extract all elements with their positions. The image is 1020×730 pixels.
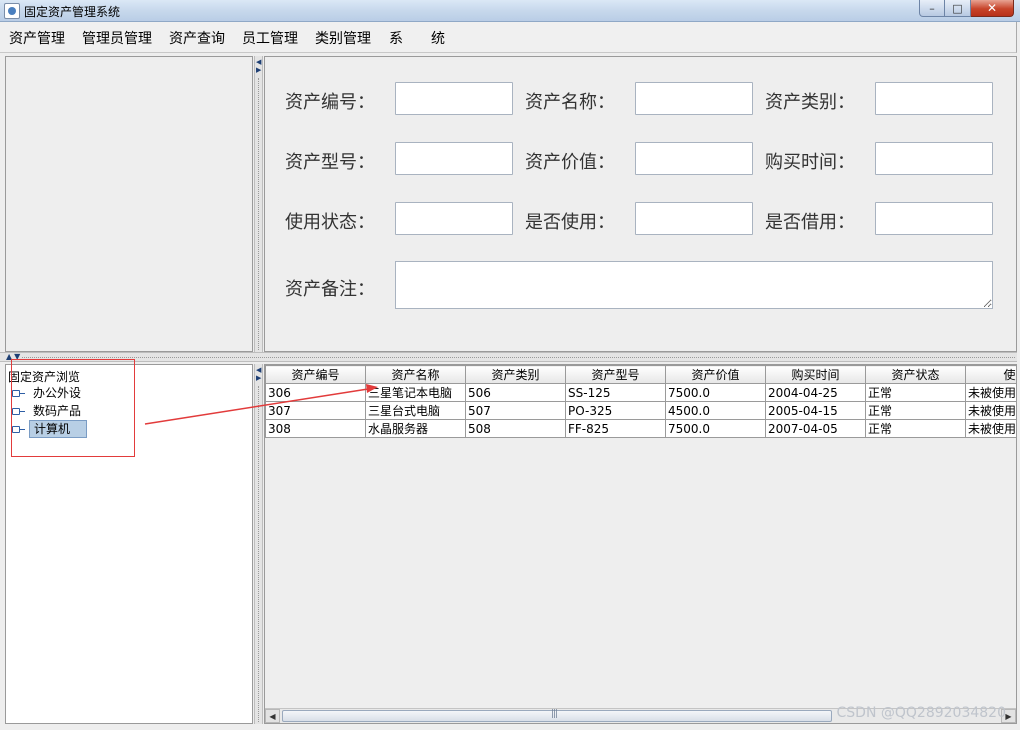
table-cell[interactable]: 正常 (865, 383, 966, 402)
table-cell[interactable]: 507 (465, 401, 566, 420)
collapse-arrows-icon[interactable]: ◀ ▶ (256, 58, 261, 74)
asset-name-input[interactable] (635, 82, 753, 115)
app-icon (4, 3, 20, 19)
scrollbar-thumb[interactable]: ||| (282, 709, 832, 722)
table-cell[interactable]: 正常 (865, 401, 966, 420)
asset-category-input[interactable] (875, 82, 993, 115)
column-header[interactable]: 使用 (965, 365, 1016, 384)
in-use-input[interactable] (635, 202, 753, 235)
asset-tree-panel: 固定资产浏览 办公外设 数码产品 计算机 (5, 364, 253, 724)
table-cell[interactable]: SS-125 (565, 383, 666, 402)
menu-system[interactable]: 系 统 (389, 28, 445, 48)
split-divider-top[interactable]: ◀ ▶ (254, 56, 263, 352)
label-asset-value: 资产价值： (525, 152, 615, 173)
column-header[interactable]: 资产状态 (865, 365, 966, 384)
label-asset-name: 资产名称： (525, 92, 615, 113)
table-cell[interactable]: 2005-04-15 (765, 401, 866, 420)
usage-status-input[interactable] (395, 202, 513, 235)
table-cell[interactable]: 三星笔记本电脑 (365, 383, 466, 402)
column-header[interactable]: 购买时间 (765, 365, 866, 384)
label-asset-id: 资产编号： (285, 92, 375, 113)
tree-node-digital-products[interactable]: 数码产品 (11, 403, 85, 419)
maximize-button[interactable]: □ (945, 0, 971, 17)
table-cell[interactable]: 306 (265, 383, 366, 402)
tree-handle-icon[interactable] (11, 387, 27, 399)
table-cell[interactable]: 508 (465, 419, 566, 438)
column-header[interactable]: 资产型号 (565, 365, 666, 384)
tree-node-computers[interactable]: 计算机 (11, 420, 87, 438)
column-header[interactable]: 资产价值 (665, 365, 766, 384)
menu-bar: 资产管理 管理员管理 资产查询 员工管理 类别管理 系 统 (0, 22, 1017, 53)
table-cell[interactable]: 未被使用 (965, 401, 1016, 420)
menu-asset-management[interactable]: 资产管理 (9, 28, 65, 48)
table-cell[interactable]: 水晶服务器 (365, 419, 466, 438)
label-remark: 资产备注： (285, 279, 375, 300)
menu-category-management[interactable]: 类别管理 (315, 28, 371, 48)
label-in-use: 是否使用： (525, 212, 615, 233)
table-cell[interactable]: 7500.0 (665, 383, 766, 402)
asset-table: 资产编号 资产名称 资产类别 资产型号 资产价值 购买时间 资产状态 使用 30… (265, 365, 1016, 438)
table-cell[interactable]: 506 (465, 383, 566, 402)
asset-model-input[interactable] (395, 142, 513, 175)
table-row[interactable]: 308 水晶服务器 508 FF-825 7500.0 2007-04-05 正… (265, 419, 1016, 438)
watermark: CSDN @QQ2892034820 (836, 705, 1006, 721)
menu-admin-management[interactable]: 管理员管理 (82, 28, 152, 48)
column-header[interactable]: 资产类别 (465, 365, 566, 384)
table-header-row: 资产编号 资产名称 资产类别 资产型号 资产价值 购买时间 资产状态 使用 (265, 365, 1016, 384)
split-divider-horizontal[interactable]: ▲▼ (0, 352, 1017, 362)
split-divider-bottom[interactable]: ◀ ▶ (254, 364, 263, 724)
table-cell[interactable]: 未被使用 (965, 419, 1016, 438)
table-cell[interactable]: 2004-04-25 (765, 383, 866, 402)
tree-node-label: 办公外设 (33, 386, 82, 400)
close-button[interactable]: ✕ (971, 0, 1014, 17)
window-title: 固定资产管理系统 (24, 5, 121, 19)
asset-form-panel: 资产编号： 资产名称： 资产类别： 资产型号： 资产价值： 购买时间： 使用状态… (264, 56, 1017, 352)
asset-table-panel: 资产编号 资产名称 资产类别 资产型号 资产价值 购买时间 资产状态 使用 30… (264, 364, 1017, 724)
label-asset-category: 资产类别： (765, 92, 855, 113)
table-cell[interactable]: 三星台式电脑 (365, 401, 466, 420)
title-bar: 固定资产管理系统 – □ ✕ (0, 0, 1020, 22)
table-cell[interactable]: 正常 (865, 419, 966, 438)
menu-asset-query[interactable]: 资产查询 (169, 28, 225, 48)
collapse-arrows-icon[interactable]: ▲▼ (6, 352, 22, 361)
label-asset-model: 资产型号： (285, 152, 375, 173)
table-cell[interactable]: 4500.0 (665, 401, 766, 420)
tree-node-office-peripherals[interactable]: 办公外设 (11, 385, 85, 401)
column-header[interactable]: 资产编号 (265, 365, 366, 384)
table-cell[interactable]: FF-825 (565, 419, 666, 438)
menu-employee-management[interactable]: 员工管理 (242, 28, 298, 48)
collapse-arrows-icon[interactable]: ◀ ▶ (256, 366, 261, 382)
tree-node-label-selected: 计算机 (29, 420, 87, 438)
purchase-date-input[interactable] (875, 142, 993, 175)
table-row[interactable]: 306 三星笔记本电脑 506 SS-125 7500.0 2004-04-25… (265, 383, 1016, 402)
table-cell[interactable]: 308 (265, 419, 366, 438)
grip-icon: ||| (551, 709, 558, 719)
tree-node-label: 数码产品 (33, 404, 82, 418)
table-cell[interactable]: 未被使用 (965, 383, 1016, 402)
top-left-panel (5, 56, 253, 352)
table-cell[interactable]: 7500.0 (665, 419, 766, 438)
tree-handle-icon[interactable] (11, 405, 27, 417)
column-header[interactable]: 资产名称 (365, 365, 466, 384)
label-usage-status: 使用状态： (285, 212, 375, 233)
borrowed-input[interactable] (875, 202, 993, 235)
asset-id-input[interactable] (395, 82, 513, 115)
tree-handle-icon[interactable] (11, 423, 27, 435)
tree-root[interactable]: 固定资产浏览 (8, 368, 80, 385)
label-borrowed: 是否借用： (765, 212, 855, 233)
label-purchase-date: 购买时间： (765, 152, 855, 173)
asset-value-input[interactable] (635, 142, 753, 175)
table-cell[interactable]: 2007-04-05 (765, 419, 866, 438)
table-cell[interactable]: PO-325 (565, 401, 666, 420)
arrow-left-icon[interactable]: ◀ (265, 709, 280, 723)
minimize-button[interactable]: – (919, 0, 945, 17)
remark-textarea[interactable] (395, 261, 993, 309)
table-row[interactable]: 307 三星台式电脑 507 PO-325 4500.0 2005-04-15 … (265, 401, 1016, 420)
table-cell[interactable]: 307 (265, 401, 366, 420)
window-controls: – □ ✕ (919, 0, 1014, 17)
